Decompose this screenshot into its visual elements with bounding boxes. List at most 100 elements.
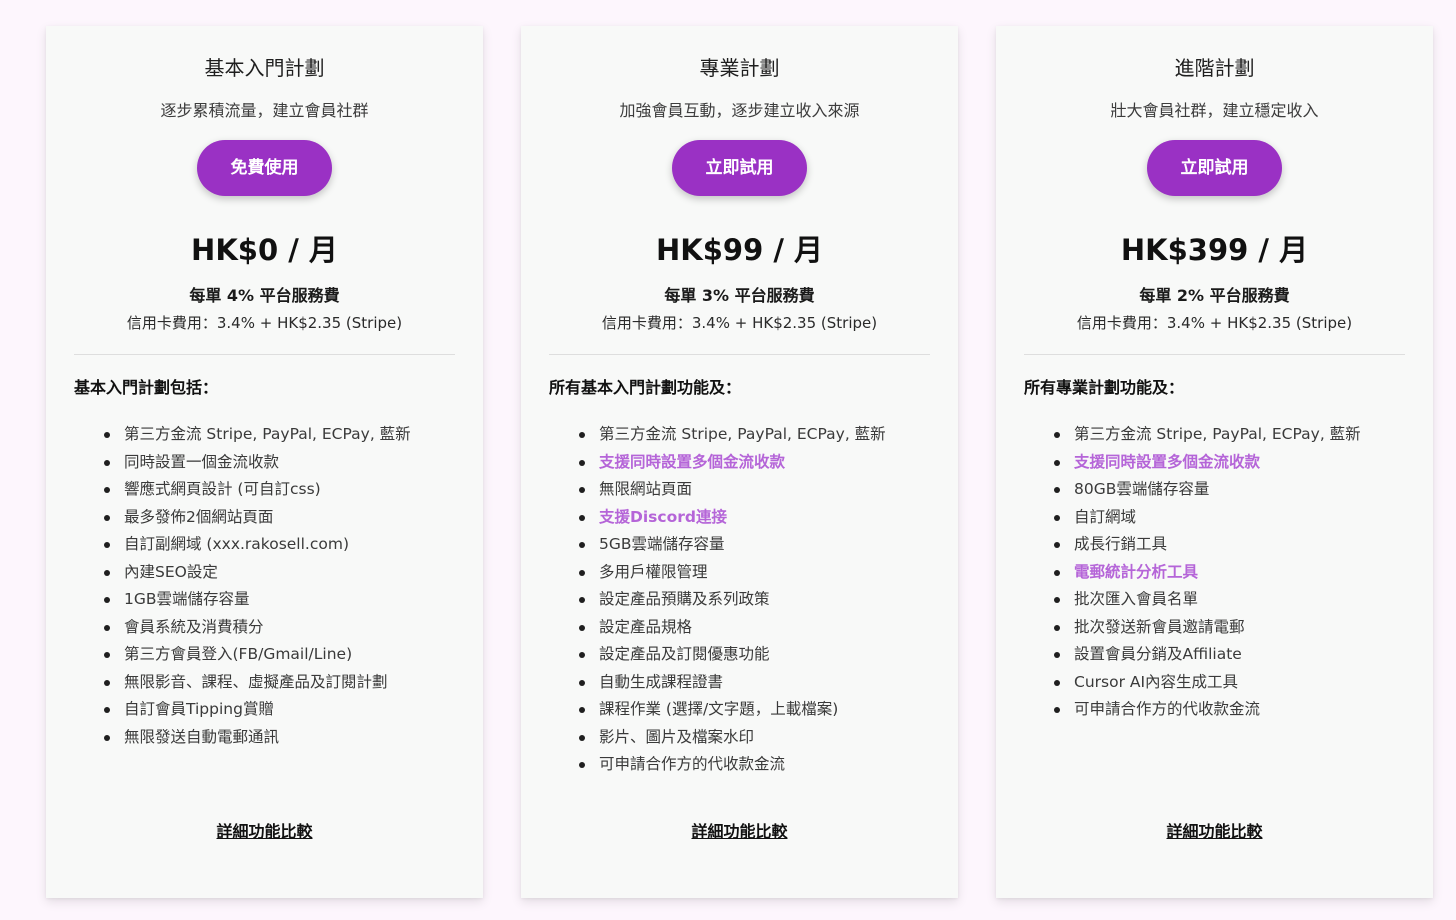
credit-card-fee: 信用卡費用：3.4% + HK$2.35 (Stripe) [601,314,878,332]
bullet-icon [1054,569,1060,576]
feature-item: 批次匯入會員名單 [1054,586,1405,614]
feature-item: 響應式網頁設計 (可自訂css) [104,476,455,504]
plan-price: HK$399 / 月 [1120,233,1309,267]
feature-text: 1GB雲端儲存容量 [124,590,250,608]
features-heading: 所有基本入門計劃功能及： [549,378,742,397]
bullet-icon [579,459,585,466]
cta-wrapper: 立即試用 [549,140,930,196]
bullet-icon [1054,514,1060,521]
bullet-icon [1054,542,1060,548]
feature-compare-link[interactable]: 詳細功能比較 [46,818,483,842]
plan-card-basic: 基本入門計劃 逐步累積流量，建立會員社群 免費使用 HK$0 / 月 每單 4%… [46,26,483,898]
feature-item: 第三方會員登入(FB/Gmail/Line) [104,641,455,669]
plan-card-advanced: 進階計劃 壯大會員社群，建立穩定收入 立即試用 HK$399 / 月 每單 2%… [996,26,1433,898]
feature-text: 內建SEO設定 [124,562,218,581]
feature-item: 設置會員分銷及Affiliate [1054,641,1405,669]
bullet-icon [1054,459,1060,466]
bullet-icon [1054,679,1060,686]
feature-text: 成長行銷工具 [1074,535,1168,553]
bullet-icon [104,597,110,603]
free-use-button[interactable]: 免費使用 [197,140,332,196]
bullet-icon [579,432,585,438]
feature-item-highlighted: 電郵統計分析工具 [1054,559,1405,587]
feature-text: 最多發佈2個網站頁面 [124,507,274,526]
try-now-button[interactable]: 立即試用 [672,140,807,196]
feature-text: 可申請合作方的代收款金流 [1074,700,1261,718]
bullet-icon [104,487,110,493]
bullet-icon [1054,597,1060,603]
feature-item: 無限影音、課程、虛擬產品及訂閱計劃 [104,669,455,697]
feature-text: 設定產品及訂閱優惠功能 [599,645,770,663]
feature-compare-link[interactable]: 詳細功能比較 [521,818,958,842]
bullet-icon [104,459,110,466]
feature-text: 課程作業 (選擇/文字題，上載檔案) [599,700,839,718]
bullet-icon [579,597,585,603]
feature-item: 課程作業 (選擇/文字題，上載檔案) [579,696,930,724]
feature-text: 無限發送自動電郵通訊 [124,727,280,746]
feature-text: 支援同時設置多個金流收款 [1074,452,1261,471]
cta-wrapper: 免費使用 [74,140,455,196]
feature-item: 可申請合作方的代收款金流 [1054,696,1405,724]
try-now-button[interactable]: 立即試用 [1147,140,1282,196]
feature-text: 自動生成課程證書 [599,672,724,691]
feature-compare-link[interactable]: 詳細功能比較 [996,818,1433,842]
bullet-icon [1054,487,1060,493]
bullet-icon [104,432,110,438]
plan-subtitle: 壯大會員社群，建立穩定收入 [1110,101,1319,120]
feature-text: 支援Discord連接 [599,507,727,526]
feature-item: 影片、圖片及檔案水印 [579,724,930,752]
feature-item: 第三方金流 Stripe, PayPal, ECPay, 藍新 [104,421,455,449]
feature-text: Cursor AI內容生成工具 [1074,672,1239,691]
feature-text: 無限網站頁面 [599,480,693,498]
bullet-icon [579,652,585,658]
credit-card-fee: 信用卡費用：3.4% + HK$2.35 (Stripe) [1076,314,1353,332]
bullet-icon [579,679,585,686]
feature-text: 多用戶權限管理 [599,562,708,581]
platform-service-fee: 每單 4% 平台服務費 [189,286,340,305]
feature-text: 電郵統計分析工具 [1074,562,1199,581]
feature-item-highlighted: 支援同時設置多個金流收款 [579,449,930,477]
divider [549,354,930,355]
feature-item: 自動生成課程證書 [579,669,930,697]
feature-text: 設置會員分銷及Affiliate [1074,645,1242,663]
feature-item: 自訂網域 [1054,504,1405,532]
feature-item: 會員系統及消費積分 [104,614,455,642]
feature-text: 設定產品規格 [599,617,693,636]
plan-price: HK$99 / 月 [655,233,824,267]
feature-text: 會員系統及消費積分 [124,617,264,636]
feature-text: 可申請合作方的代收款金流 [599,755,786,773]
platform-service-fee: 每單 2% 平台服務費 [1139,286,1290,305]
credit-card-fee: 信用卡費用：3.4% + HK$2.35 (Stripe) [126,314,403,332]
bullet-icon [104,707,110,713]
plan-name: 進階計劃 [1174,56,1255,80]
bullet-icon [579,734,585,741]
feature-text: 第三方會員登入(FB/Gmail/Line) [124,645,353,663]
feature-item: 自訂副網域 (xxx.rakosell.com) [104,531,455,559]
bullet-icon [579,624,585,631]
bullet-icon [1054,624,1060,631]
feature-item: 第三方金流 Stripe, PayPal, ECPay, 藍新 [579,421,930,449]
feature-item: Cursor AI內容生成工具 [1054,669,1405,697]
feature-item: 1GB雲端儲存容量 [104,586,455,614]
feature-item: 80GB雲端儲存容量 [1054,476,1405,504]
bullet-icon [104,514,110,521]
bullet-icon [579,542,585,548]
feature-item: 同時設置一個金流收款 [104,449,455,477]
bullet-icon [579,487,585,493]
feature-text: 5GB雲端儲存容量 [599,535,725,553]
bullet-icon [1054,652,1060,658]
plan-subtitle: 加強會員互動，逐步建立收入來源 [619,101,860,120]
feature-list: 第三方金流 Stripe, PayPal, ECPay, 藍新 支援同時設置多個金… [549,421,930,779]
plan-card-professional: 專業計劃 加強會員互動，逐步建立收入來源 立即試用 HK$99 / 月 每單 3… [521,26,958,898]
feature-list: 第三方金流 Stripe, PayPal, ECPay, 藍新 支援同時設置多個金… [1024,421,1405,724]
feature-text: 響應式網頁設計 (可自訂css) [124,480,321,498]
feature-list: 第三方金流 Stripe, PayPal, ECPay, 藍新同時設置一個金流收… [74,421,455,751]
feature-text: 同時設置一個金流收款 [124,452,280,471]
feature-text: 自訂會員Tipping賞贈 [124,700,274,718]
feature-item: 設定產品規格 [579,614,930,642]
pricing-section: 基本入門計劃 逐步累積流量，建立會員社群 免費使用 HK$0 / 月 每單 4%… [0,0,1456,920]
features-heading: 基本入門計劃包括： [74,378,219,397]
plan-name: 基本入門計劃 [204,56,325,80]
plan-price: HK$0 / 月 [191,233,338,267]
feature-text: 批次發送新會員邀請電郵 [1074,617,1245,636]
